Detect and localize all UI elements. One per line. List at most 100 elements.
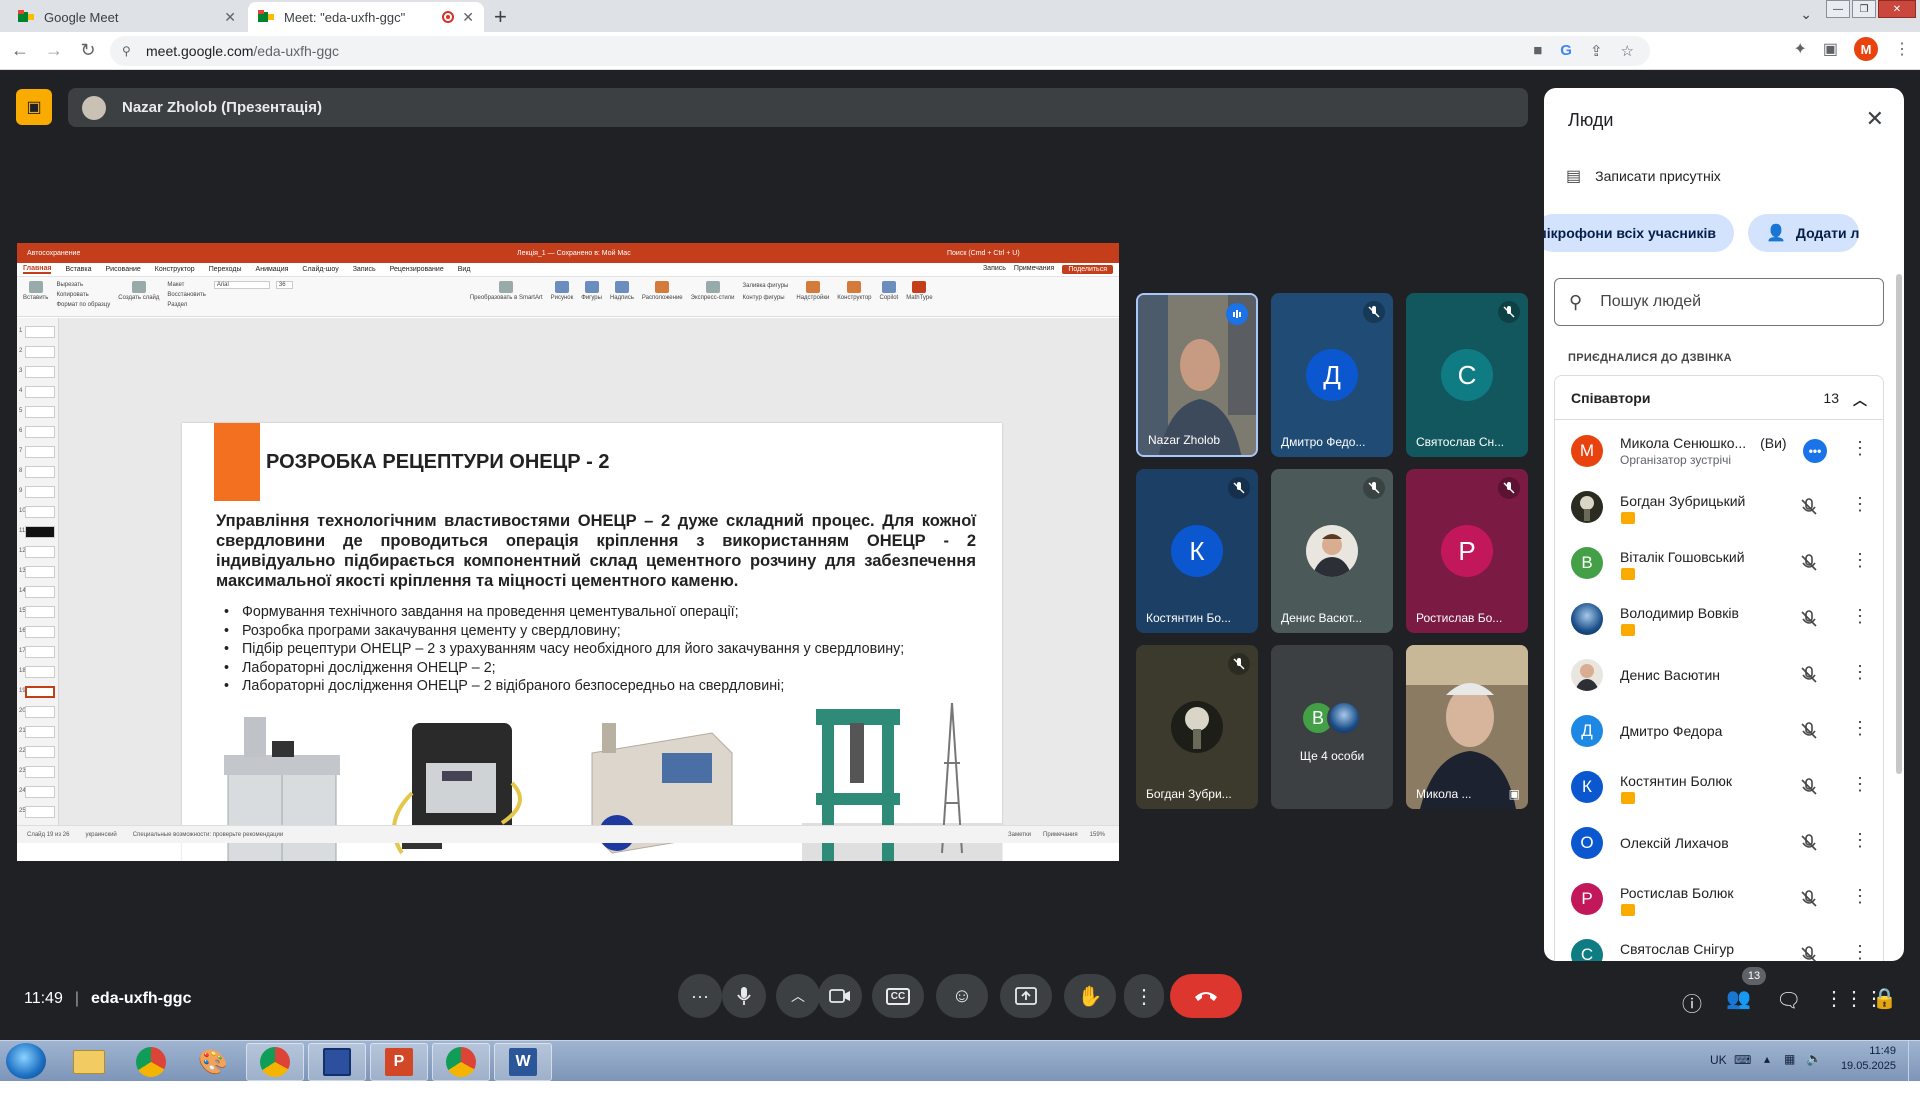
tab-search-chevron-icon[interactable]: ⌄ xyxy=(1800,6,1812,23)
camera-options-button[interactable]: ︿ xyxy=(776,974,820,1018)
participant-row[interactable]: Денис Васютин ⋮ xyxy=(1555,647,1885,703)
keyboard-language[interactable]: UK xyxy=(1710,1053,1727,1067)
slide-thumbnail[interactable] xyxy=(25,606,55,618)
add-people-button[interactable]: 👤 Додати л xyxy=(1748,214,1860,252)
participant-menu-button[interactable]: ⋮ xyxy=(1851,495,1869,513)
site-info-icon[interactable]: ⚲ xyxy=(122,44,136,58)
mic-off-icon[interactable] xyxy=(1799,777,1819,797)
mute-all-button[interactable]: кнути мікрофони всіх учасників xyxy=(1544,214,1734,252)
close-window-button[interactable]: ✕ xyxy=(1878,0,1916,18)
new-tab-button[interactable]: + xyxy=(494,4,507,30)
video-tile-bohdan[interactable]: Богдан Зубри... xyxy=(1136,645,1258,809)
tray-network-icon[interactable]: ▦ xyxy=(1784,1052,1795,1066)
mic-off-icon[interactable] xyxy=(1799,889,1819,909)
tray-keyboard-icon[interactable]: ⌨ xyxy=(1734,1053,1751,1067)
participant-row[interactable]: О Олексій Лихачов ⋮ xyxy=(1555,815,1885,871)
mic-off-icon[interactable] xyxy=(1799,497,1819,517)
slide-thumbnail[interactable] xyxy=(25,806,55,818)
chrome-menu-icon[interactable]: ⋮ xyxy=(1894,39,1910,59)
slide-thumbnail[interactable] xyxy=(25,406,55,418)
participant-menu-button[interactable]: ⋮ xyxy=(1851,439,1869,457)
mic-off-icon[interactable] xyxy=(1799,833,1819,853)
record-attendance-button[interactable]: ▤ Записати присутніх xyxy=(1566,166,1721,186)
share-icon[interactable]: ⇪ xyxy=(1590,42,1603,60)
participant-menu-button[interactable]: ⋮ xyxy=(1851,887,1869,905)
taskbar-powerpoint[interactable]: P xyxy=(370,1043,428,1081)
participant-menu-button[interactable]: ⋮ xyxy=(1851,551,1869,569)
video-tile-mykola[interactable]: ▣ Микола ... xyxy=(1406,645,1528,809)
more-options-icon[interactable]: ••• xyxy=(1803,439,1827,463)
participant-row[interactable]: К Костянтин Болюк ⋮ xyxy=(1555,759,1885,815)
video-tile-nazar[interactable]: Nazar Zholob xyxy=(1136,293,1258,457)
collaborators-header[interactable]: Співавтори 13 ︿ xyxy=(1555,376,1883,420)
present-screen-button[interactable] xyxy=(1000,974,1052,1018)
profile-avatar[interactable]: M xyxy=(1854,37,1878,61)
mic-off-icon[interactable] xyxy=(1799,553,1819,573)
people-search-input[interactable] xyxy=(1600,293,1851,311)
extensions-icon[interactable]: ✦ xyxy=(1793,39,1806,59)
slide-thumbnail[interactable] xyxy=(25,586,55,598)
participant-menu-button[interactable]: ⋮ xyxy=(1851,775,1869,793)
slide-thumbnail[interactable] xyxy=(25,746,55,758)
video-tile-kostiantyn[interactable]: К Костянтин Бо... xyxy=(1136,469,1258,633)
participant-row[interactable]: С Святослав Снігур ⋮ xyxy=(1555,927,1885,961)
slide-thumbnail[interactable] xyxy=(25,786,55,798)
video-tile-more[interactable]: В Ще 4 особи xyxy=(1271,645,1393,809)
slide-thumbnail[interactable] xyxy=(25,506,55,518)
close-panel-button[interactable]: ✕ xyxy=(1866,106,1884,132)
tab-google-meet[interactable]: Google Meet ✕ xyxy=(8,2,246,32)
chevron-up-icon[interactable]: ︿ xyxy=(1853,390,1867,410)
address-bar[interactable]: ⚲ meet.google.com/eda-uxfh-ggc ■ G ⇪ ☆ xyxy=(110,36,1650,66)
shared-screen-powerpoint[interactable]: Автосохранение Лекція_1 — Сохранено в: М… xyxy=(17,243,1119,861)
chat-icon[interactable]: 🗨 xyxy=(1776,988,1801,1013)
taskbar-save-app[interactable] xyxy=(308,1043,366,1081)
more-options-button[interactable]: ⋮ xyxy=(1124,974,1164,1018)
taskbar-paint[interactable]: 🎨 xyxy=(184,1043,242,1081)
participant-menu-button[interactable]: ⋮ xyxy=(1851,943,1869,961)
slide-thumbnail[interactable] xyxy=(25,646,55,658)
slide-thumbnail[interactable] xyxy=(25,666,55,678)
tray-chevron-icon[interactable]: ▴ xyxy=(1764,1052,1770,1066)
raise-hand-button[interactable]: ✋ xyxy=(1064,974,1116,1018)
forward-button[interactable]: → xyxy=(40,37,68,65)
participant-row[interactable]: Богдан Зубрицький ⋮ xyxy=(1555,479,1885,535)
slide-thumbnail[interactable] xyxy=(25,326,55,338)
slide-thumbnail[interactable] xyxy=(25,446,55,458)
participant-menu-button[interactable]: ⋮ xyxy=(1851,607,1869,625)
participant-row[interactable]: Д Дмитро Федора ⋮ xyxy=(1555,703,1885,759)
google-lens-icon[interactable]: G xyxy=(1560,42,1572,60)
bookmark-star-icon[interactable]: ☆ xyxy=(1621,42,1634,60)
camera-button[interactable] xyxy=(818,974,862,1018)
slide-thumbnail[interactable] xyxy=(25,546,55,558)
start-button[interactable] xyxy=(6,1043,46,1079)
mic-off-icon[interactable] xyxy=(1799,665,1819,685)
slide-thumbnail[interactable] xyxy=(25,686,55,698)
people-search-box[interactable]: ⚲ xyxy=(1554,278,1884,326)
slide-thumbnail[interactable] xyxy=(25,706,55,718)
taskbar-chrome-profile[interactable] xyxy=(246,1043,304,1081)
slide-thumbnail[interactable] xyxy=(25,486,55,498)
participant-row[interactable]: М Микола Сенюшко... (Ви) Організатор зус… xyxy=(1555,423,1885,479)
panel-scrollbar[interactable] xyxy=(1896,274,1902,774)
taskbar-chrome[interactable] xyxy=(122,1043,180,1081)
tray-volume-icon[interactable]: 🔈 xyxy=(1806,1051,1822,1067)
mic-off-icon[interactable] xyxy=(1799,721,1819,741)
slide-thumbnail[interactable] xyxy=(25,366,55,378)
video-tile-sviatoslav[interactable]: С Святослав Сн... xyxy=(1406,293,1528,457)
reactions-button[interactable]: ☺ xyxy=(936,974,988,1018)
captions-button[interactable]: CC xyxy=(872,974,924,1018)
minimize-button[interactable]: — xyxy=(1826,0,1850,18)
host-controls-icon[interactable]: 🔒 xyxy=(1872,986,1897,1011)
side-panel-icon[interactable]: ▣ xyxy=(1823,39,1838,59)
more-actions-button[interactable]: ··· xyxy=(678,974,722,1018)
back-button[interactable]: ← xyxy=(6,37,34,65)
slide-thumbnail[interactable] xyxy=(25,466,55,478)
slide-thumbnail[interactable] xyxy=(25,386,55,398)
meeting-details-icon[interactable]: ⓘ xyxy=(1682,988,1702,1017)
taskbar-explorer[interactable] xyxy=(60,1043,118,1081)
camera-in-use-icon[interactable]: ■ xyxy=(1533,42,1542,60)
tab-meet-call[interactable]: Meet: "eda-uxfh-ggc" ✕ xyxy=(248,2,484,32)
tray-clock[interactable]: 11:49 19.05.2025 xyxy=(1841,1045,1896,1072)
participant-row[interactable]: Р Ростислав Болюк ⋮ xyxy=(1555,871,1885,927)
slide-thumbnail[interactable] xyxy=(25,626,55,638)
